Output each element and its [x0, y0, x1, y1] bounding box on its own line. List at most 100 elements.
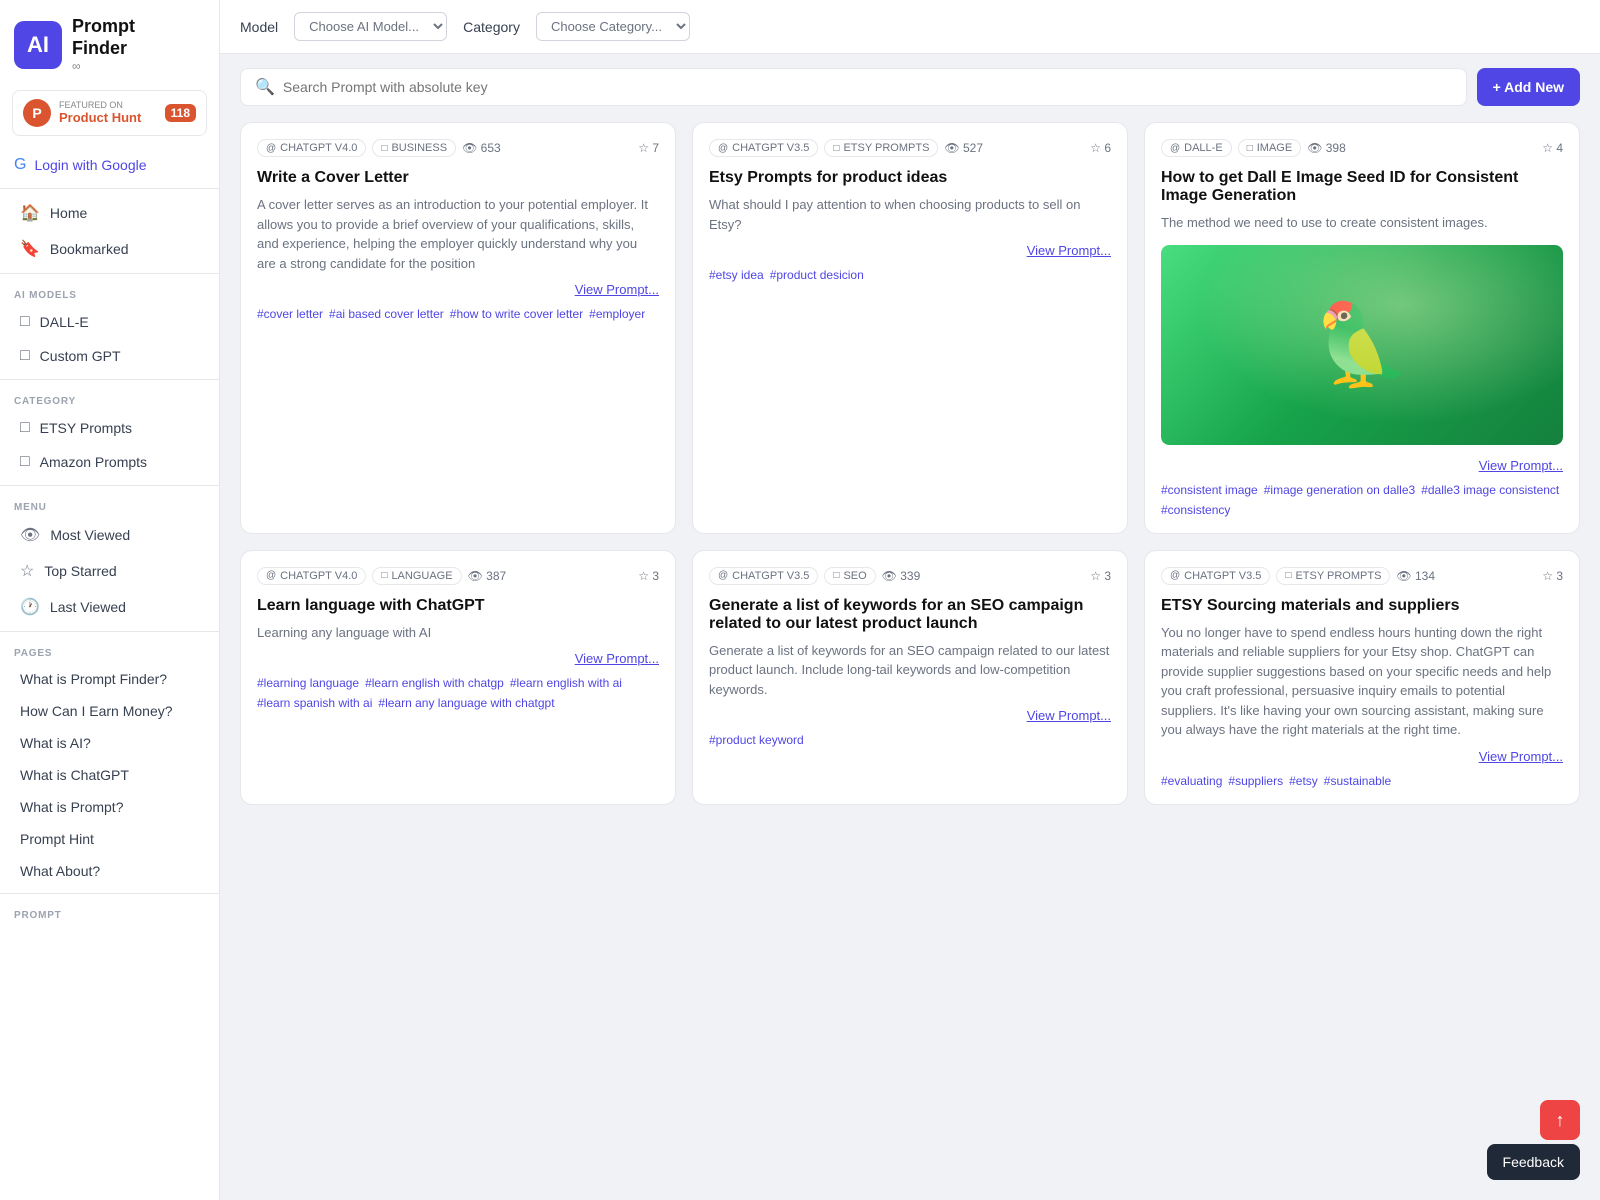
hashtag[interactable]: #product desicion [770, 268, 864, 282]
stars-stat: ☆ 6 [1090, 141, 1111, 155]
category-tag: □ IMAGE [1238, 139, 1302, 157]
custom-gpt-icon: □ [20, 347, 30, 365]
views-stat: 👁 398 [1307, 141, 1346, 155]
pages-label: PAGES [0, 638, 219, 663]
model-tag: @ CHATGPT V4.0 [257, 139, 366, 157]
sidebar-item-amazon-prompts[interactable]: □ Amazon Prompts [6, 445, 213, 479]
sidebar-item-what-is-prompt[interactable]: What is Prompt? [6, 791, 213, 823]
model-tag-icon: @ [718, 143, 728, 154]
logo-title-bottom: Finder [72, 38, 135, 60]
hashtag[interactable]: #dalle3 image consistenct [1421, 483, 1559, 497]
sidebar-item-custom-gpt[interactable]: □ Custom GPT [6, 339, 213, 373]
hashtag[interactable]: #learn spanish with ai [257, 696, 372, 710]
sidebar-item-home-label: Home [50, 205, 87, 221]
category-tag-icon: □ [1285, 570, 1291, 581]
card-card6: @ CHATGPT V3.5 □ ETSY PROMPTS 👁 134 ☆ 3 … [1144, 550, 1580, 805]
product-hunt-icon: P [23, 99, 51, 127]
view-prompt-link[interactable]: View Prompt... [1479, 749, 1563, 764]
sidebar-item-top-starred[interactable]: ☆ Top Starred [6, 553, 213, 589]
hashtag[interactable]: #evaluating [1161, 774, 1222, 788]
hashtag[interactable]: #how to write cover letter [450, 307, 583, 321]
sidebar-item-home[interactable]: 🏠 Home [6, 195, 213, 231]
category-label: Category [463, 19, 520, 35]
hashtag[interactable]: #etsy [1289, 774, 1318, 788]
sidebar-item-most-viewed[interactable]: 👁 Most Viewed [6, 517, 213, 553]
hashtag[interactable]: #learning language [257, 676, 359, 690]
model-tag: @ DALL-E [1161, 139, 1232, 157]
card-description: The method we need to use to create cons… [1161, 213, 1563, 233]
view-prompt-link[interactable]: View Prompt... [1479, 458, 1563, 473]
add-new-button[interactable]: + Add New [1477, 68, 1580, 106]
search-input[interactable] [283, 69, 1452, 105]
card-description: Generate a list of keywords for an SEO c… [709, 641, 1111, 700]
card-tags-row: @ CHATGPT V3.5 □ SEO 👁 339 ☆ 3 [709, 567, 1111, 585]
sidebar-item-last-viewed[interactable]: 🕐 Last Viewed [6, 589, 213, 625]
hashtag[interactable]: #image generation on dalle3 [1264, 483, 1415, 497]
view-prompt-link[interactable]: View Prompt... [575, 282, 659, 297]
sidebar-item-bookmarked[interactable]: 🔖 Bookmarked [6, 231, 213, 267]
hashtag[interactable]: #suppliers [1228, 774, 1283, 788]
model-select[interactable]: Choose AI Model... [294, 12, 447, 41]
product-hunt-featured-label: FEATURED ON [59, 100, 157, 110]
views-stat: 👁 134 [1396, 569, 1435, 583]
card-card3: @ DALL-E □ IMAGE 👁 398 ☆ 4 How to get Da… [1144, 122, 1580, 534]
hashtag[interactable]: #learn english with chatgp [365, 676, 504, 690]
hashtag[interactable]: #learn any language with chatgpt [378, 696, 554, 710]
product-hunt-name: Product Hunt [59, 110, 157, 125]
category-tag-icon: □ [1247, 143, 1253, 154]
hashtag[interactable]: #consistent image [1161, 483, 1258, 497]
model-tag-icon: @ [266, 143, 276, 154]
sidebar-item-what-is-chatgpt[interactable]: What is ChatGPT [6, 759, 213, 791]
logo-infinity: ∞ [72, 59, 135, 73]
hashtag[interactable]: #sustainable [1324, 774, 1391, 788]
feedback-button[interactable]: Feedback [1487, 1144, 1580, 1180]
model-tag: @ CHATGPT V3.5 [1161, 567, 1270, 585]
bookmark-icon: 🔖 [20, 239, 40, 259]
views-stat: 👁 653 [462, 141, 501, 155]
model-tag: @ CHATGPT V3.5 [709, 567, 818, 585]
category-select[interactable]: Choose Category... [536, 12, 690, 41]
sidebar-item-what-is-prompt-finder[interactable]: What is Prompt Finder? [6, 663, 213, 695]
view-prompt-link[interactable]: View Prompt... [1027, 243, 1111, 258]
model-tag-icon: @ [1170, 570, 1180, 581]
hashtag[interactable]: #employer [589, 307, 645, 321]
divider-4 [0, 485, 219, 486]
hashtag[interactable]: #learn english with ai [510, 676, 622, 690]
login-with-google[interactable]: G Login with Google [0, 148, 219, 182]
sidebar-last-viewed-label: Last Viewed [50, 599, 126, 615]
card-hashtags: #cover letter #ai based cover letter #how … [257, 307, 659, 321]
sidebar-item-prompt-hint[interactable]: Prompt Hint [6, 823, 213, 855]
sidebar-item-what-about[interactable]: What About? [6, 855, 213, 887]
card-hashtags: #evaluating #suppliers #etsy #sustainable [1161, 774, 1563, 788]
sidebar-item-dall-e[interactable]: □ DALL-E [6, 305, 213, 339]
view-prompt-link[interactable]: View Prompt... [1027, 708, 1111, 723]
model-tag-icon: @ [266, 570, 276, 581]
category-tag: □ BUSINESS [372, 139, 456, 157]
card-description: What should I pay attention to when choo… [709, 195, 1111, 234]
hashtag[interactable]: #ai based cover letter [329, 307, 444, 321]
category-label: CATEGORY [0, 386, 219, 411]
view-prompt-link[interactable]: View Prompt... [575, 651, 659, 666]
login-label: Login with Google [34, 157, 146, 173]
sidebar-item-etsy-prompts[interactable]: □ ETSY Prompts [6, 411, 213, 445]
card-card2: @ CHATGPT V3.5 □ ETSY PROMPTS 👁 527 ☆ 6 … [692, 122, 1128, 534]
hashtag[interactable]: #product keyword [709, 733, 804, 747]
card-hashtags: #learning language #learn english with ch… [257, 676, 659, 710]
category-tag-icon: □ [381, 570, 387, 581]
views-stat: 👁 527 [944, 141, 983, 155]
model-tag-icon: @ [718, 570, 728, 581]
sidebar-most-viewed-label: Most Viewed [50, 527, 130, 543]
hashtag[interactable]: #consistency [1161, 503, 1230, 517]
sidebar-item-how-earn-money[interactable]: How Can I Earn Money? [6, 695, 213, 727]
scroll-top-button[interactable]: ↑ [1540, 1100, 1580, 1140]
hashtag[interactable]: #etsy idea [709, 268, 764, 282]
sidebar-item-what-is-ai[interactable]: What is AI? [6, 727, 213, 759]
hashtag[interactable]: #cover letter [257, 307, 323, 321]
amazon-icon: □ [20, 453, 30, 471]
divider-2 [0, 273, 219, 274]
category-tag: □ LANGUAGE [372, 567, 461, 585]
clock-icon: 🕐 [20, 597, 40, 617]
product-hunt-badge[interactable]: P FEATURED ON Product Hunt 118 [12, 90, 207, 136]
cards-grid: @ CHATGPT V4.0 □ BUSINESS 👁 653 ☆ 7 Writ… [220, 106, 1600, 1200]
card-title: Etsy Prompts for product ideas [709, 169, 1111, 187]
